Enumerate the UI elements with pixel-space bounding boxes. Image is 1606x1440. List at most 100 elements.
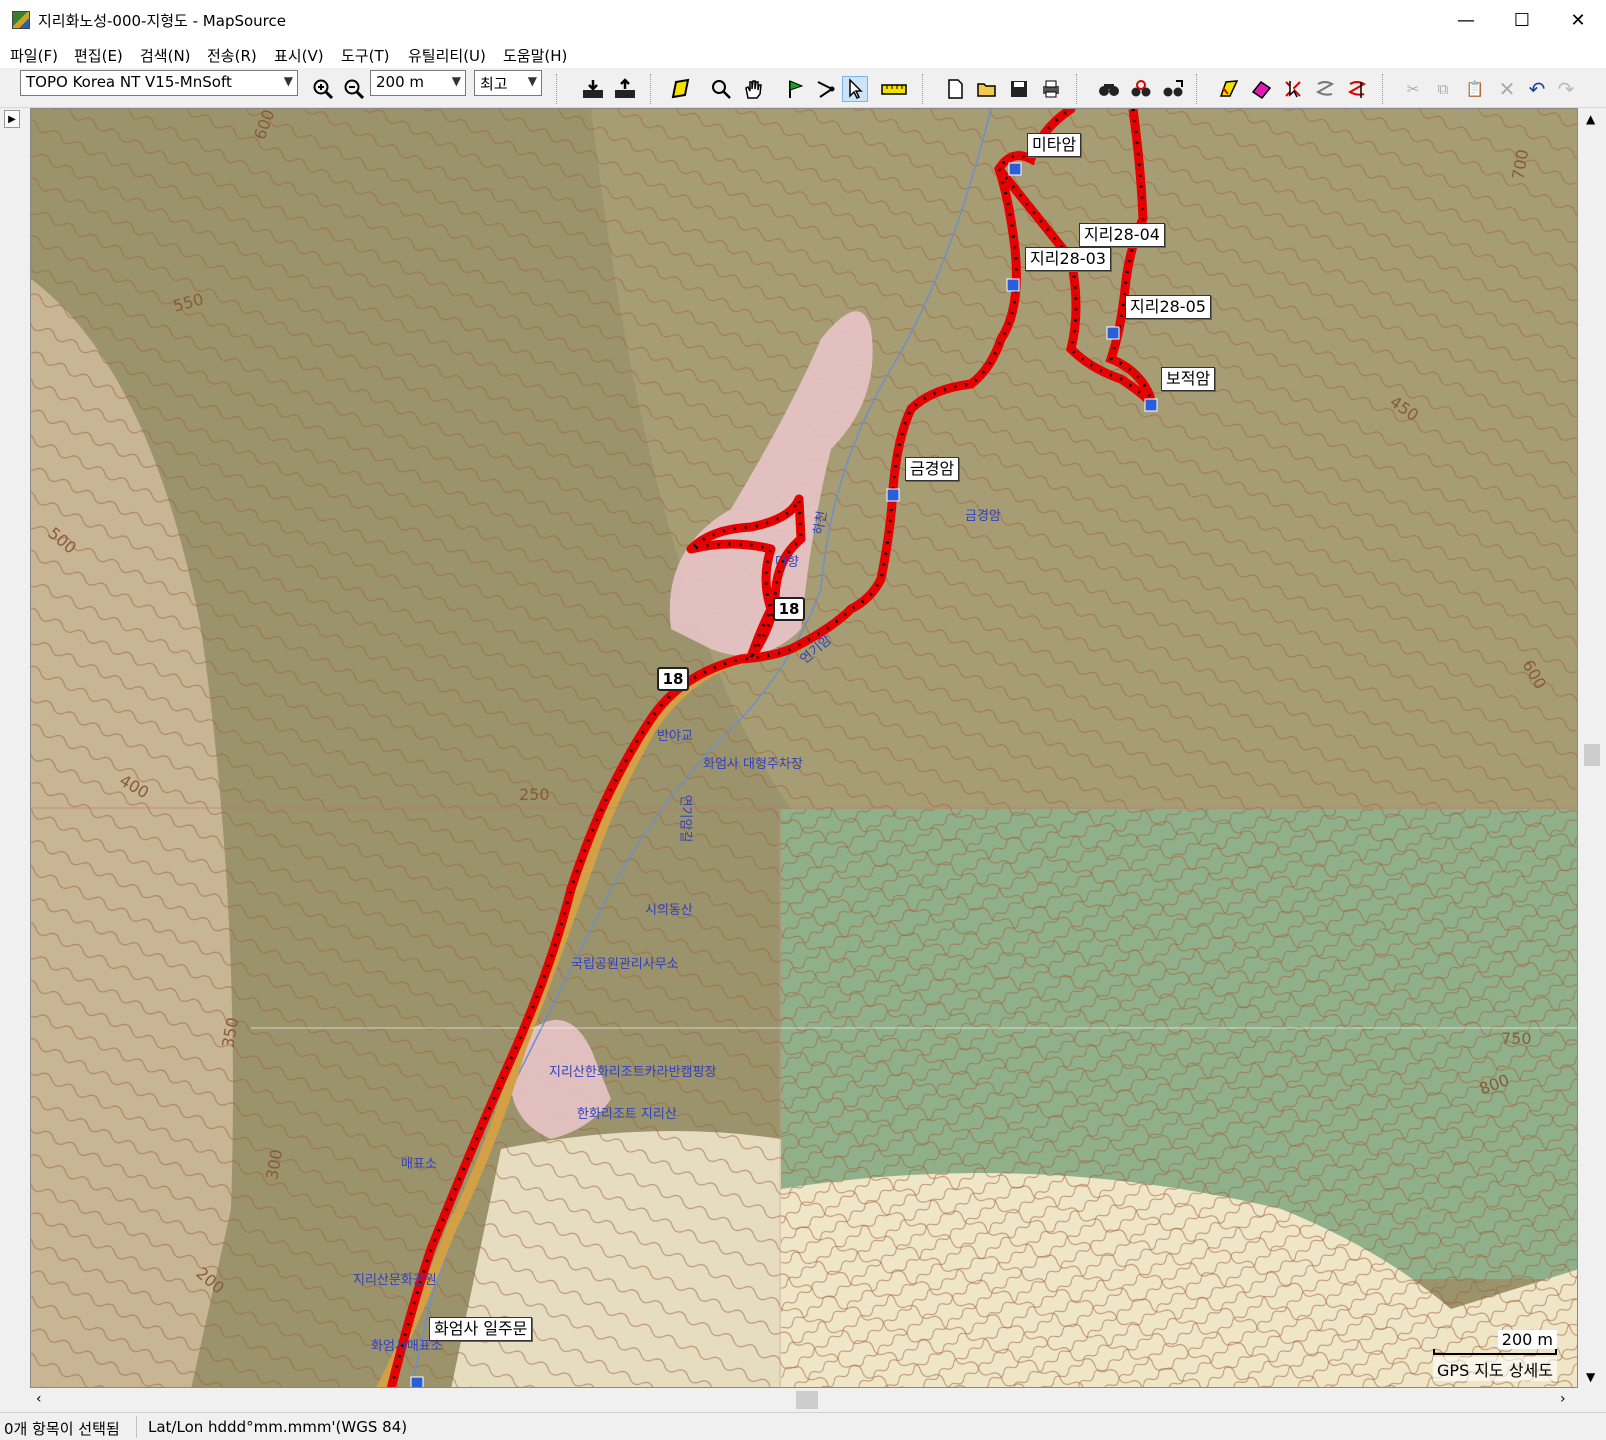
waypoint-tool-button[interactable] <box>782 76 808 102</box>
waypoint-label-geumgyeongam[interactable]: 금경암 <box>905 457 960 481</box>
waypoint-route-icon <box>1347 81 1367 98</box>
hiker-icon[interactable] <box>886 488 900 502</box>
map-canvas[interactable] <box>31 109 1578 1388</box>
find-recent-button[interactable] <box>1160 76 1186 102</box>
zoom-out-button[interactable] <box>341 76 367 102</box>
waypoint-label-bojeokam[interactable]: 보적암 <box>1161 367 1216 391</box>
distance-tool-button[interactable] <box>878 76 910 102</box>
hiker-icon[interactable] <box>410 1376 424 1388</box>
scroll-up-icon[interactable]: ▲ <box>1586 112 1595 126</box>
hand-tool-button[interactable] <box>740 76 766 102</box>
menu-edit[interactable]: 편집(E) <box>74 45 123 66</box>
zoom-tool-icon <box>712 80 731 99</box>
scroll-right-icon[interactable]: › <box>1560 1391 1566 1407</box>
copy-button[interactable]: ⧉ <box>1430 76 1456 102</box>
minimize-button[interactable]: — <box>1438 0 1494 40</box>
receive-from-device-button[interactable] <box>580 76 606 102</box>
map-product-select[interactable]: TOPO Korea NT V15-MnSoft ▼ <box>20 70 298 96</box>
menu-tools[interactable]: 도구(T) <box>341 45 389 66</box>
poi-label[interactable]: 시의동산 <box>645 899 693 918</box>
vertical-scroll-thumb[interactable] <box>1584 744 1600 766</box>
redo-button[interactable]: ↷ <box>1556 76 1576 102</box>
detail-level-select[interactable]: 최고 ▼ <box>474 70 542 96</box>
menu-transfer[interactable]: 전송(R) <box>207 45 257 66</box>
poi-label[interactable]: 화엄사매표소 <box>371 1335 443 1354</box>
menu-view[interactable]: 표시(V) <box>274 45 324 66</box>
poi-label[interactable]: 반야교 <box>657 725 693 744</box>
map-view[interactable]: 미타암 지리28-04 지리28-03 지리28-05 보적암 금경암 화엄사 … <box>30 108 1578 1388</box>
find-places-button[interactable] <box>1128 76 1154 102</box>
cut-button[interactable]: ✂ <box>1400 76 1426 102</box>
undo-button[interactable]: ↶ <box>1524 76 1550 102</box>
toolbar-separator <box>922 74 923 104</box>
save-button[interactable] <box>1006 76 1032 102</box>
mapsource-app-icon[interactable] <box>12 11 30 29</box>
scroll-down-icon[interactable]: ▼ <box>1586 1370 1595 1384</box>
track-tool-button[interactable] <box>1216 76 1242 102</box>
find-button[interactable] <box>1096 76 1122 102</box>
track-select-button[interactable] <box>1280 76 1306 102</box>
delete-button[interactable]: ✕ <box>1494 76 1520 102</box>
horizontal-scrollbar[interactable]: ‹ › <box>30 1388 1578 1412</box>
contour-label: 750 <box>1501 1029 1532 1048</box>
menu-find[interactable]: 검색(N) <box>140 45 191 66</box>
erase-tool-button[interactable] <box>1248 76 1274 102</box>
select-tool-icon <box>849 78 863 100</box>
poi-label[interactable]: 매표소 <box>401 1153 437 1172</box>
map-tool-button[interactable] <box>668 76 694 102</box>
redo-icon: ↷ <box>1557 77 1575 101</box>
poi-label[interactable]: 지리산한화리조트카라반캠핑장 <box>549 1061 716 1080</box>
waypoint-label-jiri28-03[interactable]: 지리28-03 <box>1025 247 1111 271</box>
maximize-button[interactable]: ☐ <box>1494 0 1550 40</box>
new-file-button[interactable] <box>942 76 968 102</box>
zoom-tool-button[interactable] <box>708 76 734 102</box>
left-panel-strip <box>0 108 30 1388</box>
poi-label[interactable]: 국립공원관리사무소 <box>571 953 679 972</box>
horizontal-scroll-thumb[interactable] <box>796 1391 818 1409</box>
chevron-down-icon: ▼ <box>527 74 537 88</box>
paste-button[interactable]: 📋 <box>1462 76 1488 102</box>
waypoint-label-jiri28-04[interactable]: 지리28-04 <box>1079 223 1165 247</box>
scroll-left-icon[interactable]: ‹ <box>36 1391 42 1407</box>
zoom-in-button[interactable] <box>310 76 336 102</box>
hiker-icon[interactable] <box>1144 398 1158 412</box>
find-places-icon <box>1131 80 1151 97</box>
panel-toggle-button[interactable]: ▶ <box>4 110 20 128</box>
route-tool-button[interactable] <box>812 76 838 102</box>
toolbar: TOPO Korea NT V15-MnSoft ▼ 200 m ▼ 최고 ▼ <box>0 68 1606 108</box>
open-file-button[interactable] <box>974 76 1000 102</box>
select-tool-button[interactable] <box>842 76 868 102</box>
waypoint-label-iljumun[interactable]: 화엄사 일주문 <box>429 1317 533 1341</box>
poi-label[interactable]: 화엄사 대형주차장 <box>703 753 803 772</box>
waypoint-route-button[interactable] <box>1344 76 1370 102</box>
zoom-scale-value: 200 m <box>376 73 425 91</box>
close-button[interactable]: ✕ <box>1550 0 1606 40</box>
route-draw-button[interactable] <box>1312 76 1338 102</box>
poi-label[interactable]: 한화리조트 지리산 <box>577 1103 677 1122</box>
hiker-icon[interactable] <box>1008 162 1022 176</box>
send-to-device-button[interactable] <box>612 76 638 102</box>
vertical-scrollbar[interactable]: ▲ ▼ <box>1578 108 1606 1388</box>
waypoint-label-jiri28-05[interactable]: 지리28-05 <box>1125 295 1211 319</box>
poi-label[interactable]: 지리산문화공원 <box>353 1269 437 1288</box>
poi-label[interactable]: 금경암 <box>965 505 1001 524</box>
waypoint-label-mitaam[interactable]: 미타암 <box>1027 133 1082 157</box>
new-file-icon <box>948 79 963 99</box>
chevron-down-icon: ▼ <box>451 74 461 88</box>
menu-help[interactable]: 도움말(H) <box>503 45 567 66</box>
map-scale: 200 m GPS 지도 상세도 <box>1433 1330 1557 1381</box>
open-file-icon <box>977 83 996 97</box>
toolbar-separator <box>650 74 651 104</box>
poi-label[interactable]: 다향 <box>775 551 799 570</box>
print-button[interactable] <box>1038 76 1064 102</box>
hiker-icon[interactable] <box>1006 278 1020 292</box>
toolbar-separator <box>1196 74 1197 104</box>
send-to-device-icon <box>615 78 635 98</box>
hiker-icon[interactable] <box>1106 326 1120 340</box>
menu-file[interactable]: 파일(F) <box>10 45 58 66</box>
menu-utilities[interactable]: 유틸리티(U) <box>408 45 486 66</box>
zoom-in-icon <box>313 79 334 100</box>
poi-label[interactable]: 연기암길 <box>677 795 696 843</box>
route-badge: 18 <box>657 667 689 691</box>
zoom-scale-select[interactable]: 200 m ▼ <box>370 70 466 96</box>
